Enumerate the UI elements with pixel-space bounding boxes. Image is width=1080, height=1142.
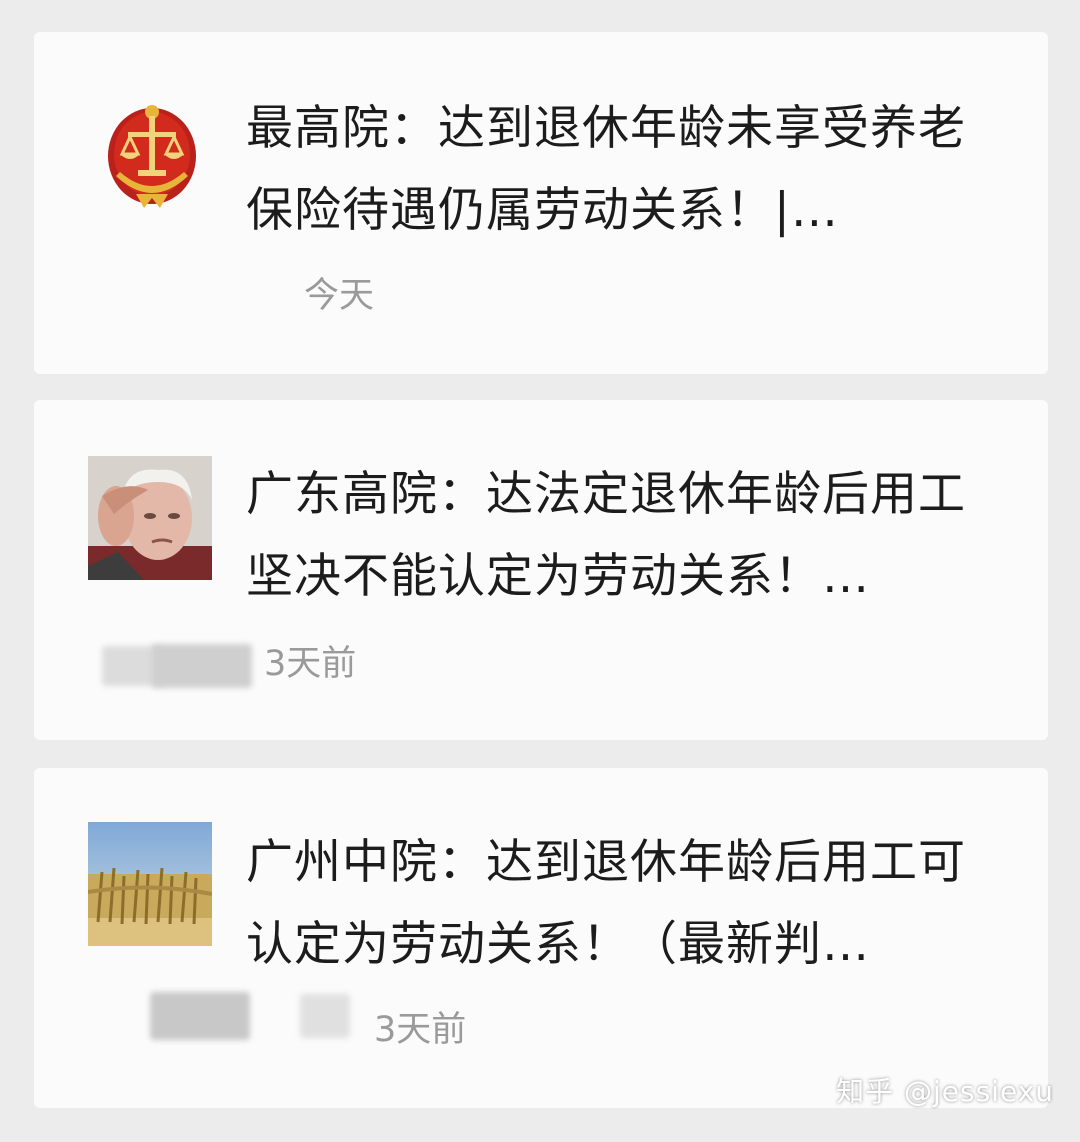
article-title[interactable]: 广州中院：达到退休年龄后用工可认定为劳动关系！（最新判… xyxy=(246,822,986,986)
wheat-field-photo-icon xyxy=(88,822,212,946)
blurred-source-name xyxy=(152,644,252,688)
court-emblem-icon xyxy=(106,98,198,210)
article-card[interactable]: 广州中院：达到退休年龄后用工可认定为劳动关系！（最新判… 3天前 xyxy=(34,768,1048,1108)
elderly-man-photo-icon xyxy=(88,456,212,580)
article-card[interactable]: 最高院：达到退休年龄未享受养老保险待遇仍属劳动关系！|… 今天 xyxy=(34,32,1048,374)
article-time: 今天 xyxy=(304,276,375,316)
article-time: 3天前 xyxy=(264,644,357,684)
article-feed: 最高院：达到退休年龄未享受养老保险待遇仍属劳动关系！|… 今天 广东高院：达法定… xyxy=(0,0,1080,1142)
article-title[interactable]: 广东高院：达法定退休年龄后用工坚决不能认定为劳动关系！… xyxy=(246,454,986,618)
article-title[interactable]: 最高院：达到退休年龄未享受养老保险待遇仍属劳动关系！|… xyxy=(246,88,986,252)
watermark: 知乎 @jessiexu xyxy=(836,1075,1054,1108)
article-time: 3天前 xyxy=(374,1010,467,1050)
article-card[interactable]: 广东高院：达法定退休年龄后用工坚决不能认定为劳动关系！… 3天前 xyxy=(34,400,1048,740)
blurred-source-name xyxy=(300,994,350,1038)
blurred-source-name xyxy=(150,992,250,1040)
